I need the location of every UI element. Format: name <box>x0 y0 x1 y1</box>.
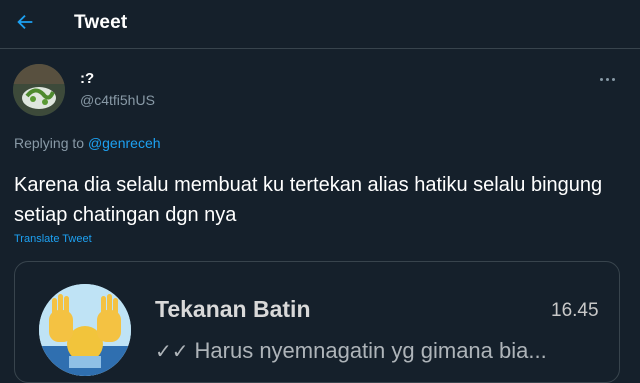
chat-time: 16.45 <box>551 300 599 321</box>
tweet-text: Karena dia selalu membuat ku tertekan al… <box>14 174 603 226</box>
display-name[interactable]: :? <box>80 70 94 87</box>
replying-to: Replying to @genreceh <box>14 135 161 151</box>
arrow-left-icon <box>17 14 33 30</box>
chat-title: Tekanan Batin <box>155 296 311 322</box>
more-options-icon[interactable] <box>598 68 624 86</box>
replying-prefix: Replying to <box>14 135 85 151</box>
avatar[interactable] <box>13 64 65 116</box>
attached-image-card[interactable]: Tekanan Batin 16.45 ✓✓ Harus nyemnagatin … <box>14 261 620 383</box>
chat-preview-text: Harus nyemnagatin yg gimana bia... <box>194 338 547 363</box>
translate-tweet-link[interactable]: Translate Tweet <box>14 233 92 245</box>
chat-avatar <box>39 284 131 376</box>
chat-preview: ✓✓ Harus nyemnagatin yg gimana bia... <box>155 338 547 364</box>
top-bar: Tweet <box>0 0 640 49</box>
replying-to-link[interactable]: @genreceh <box>88 135 161 151</box>
back-button[interactable] <box>14 10 44 36</box>
page-title: Tweet <box>74 12 128 33</box>
user-handle[interactable]: @c4tfi5hUS <box>80 92 155 108</box>
